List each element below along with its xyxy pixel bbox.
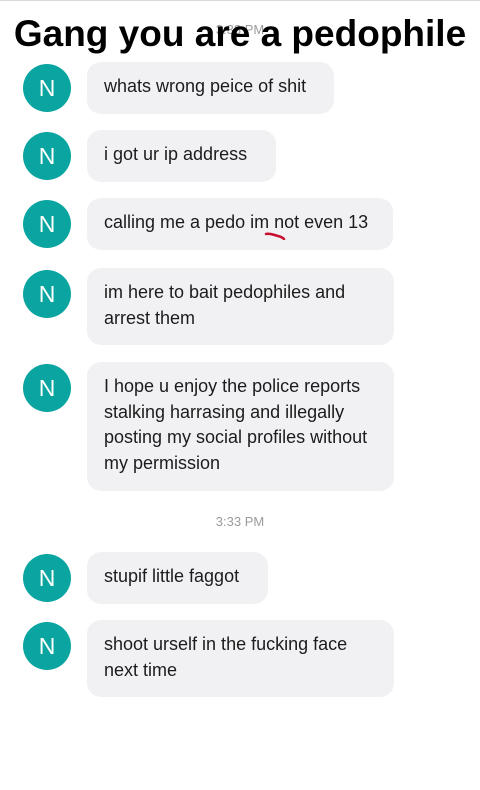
avatar[interactable]: N [23,622,71,670]
timestamp-divider: 3:33 PM [215,514,265,529]
message-bubble[interactable]: stupif little faggot [87,552,268,604]
avatar[interactable]: N [23,64,71,112]
avatar-letter: N [38,632,56,659]
message-bubble[interactable]: shoot urself in the fucking face next ti… [87,620,394,697]
message-text: stupif little faggot [104,566,240,586]
message-text: shoot urself in the fucking face next ti… [104,634,348,680]
message-bubble[interactable]: whats wrong peice of shit [87,62,334,114]
avatar[interactable]: N [23,364,71,412]
message-text: im here to bait pedophiles and arrest th… [104,282,346,328]
message-bubble[interactable]: calling me a pedo im not even 13 [87,198,393,250]
avatar-letter: N [38,142,56,169]
avatar[interactable]: N [23,554,71,602]
message-text: I hope u enjoy the police reports stalki… [104,376,368,473]
message-bubble[interactable]: I hope u enjoy the police reports stalki… [87,362,394,491]
avatar[interactable]: N [23,270,71,318]
message-text: whats wrong peice of shit [104,76,307,96]
avatar[interactable]: N [23,200,71,248]
avatar[interactable]: N [23,132,71,180]
message-bubble[interactable]: im here to bait pedophiles and arrest th… [87,268,394,345]
overlay-caption: Gang you are a pedophile [13,13,467,54]
avatar-letter: N [38,210,56,237]
red-scribble-mark [264,232,286,240]
message-bubble[interactable]: i got ur ip address [87,130,276,182]
avatar-letter: N [38,374,56,401]
top-divider [0,0,480,1]
message-text: i got ur ip address [104,144,248,164]
avatar-letter: N [38,74,56,101]
avatar-letter: N [38,280,56,307]
avatar-letter: N [38,564,56,591]
message-text: calling me a pedo im not even 13 [104,212,369,232]
